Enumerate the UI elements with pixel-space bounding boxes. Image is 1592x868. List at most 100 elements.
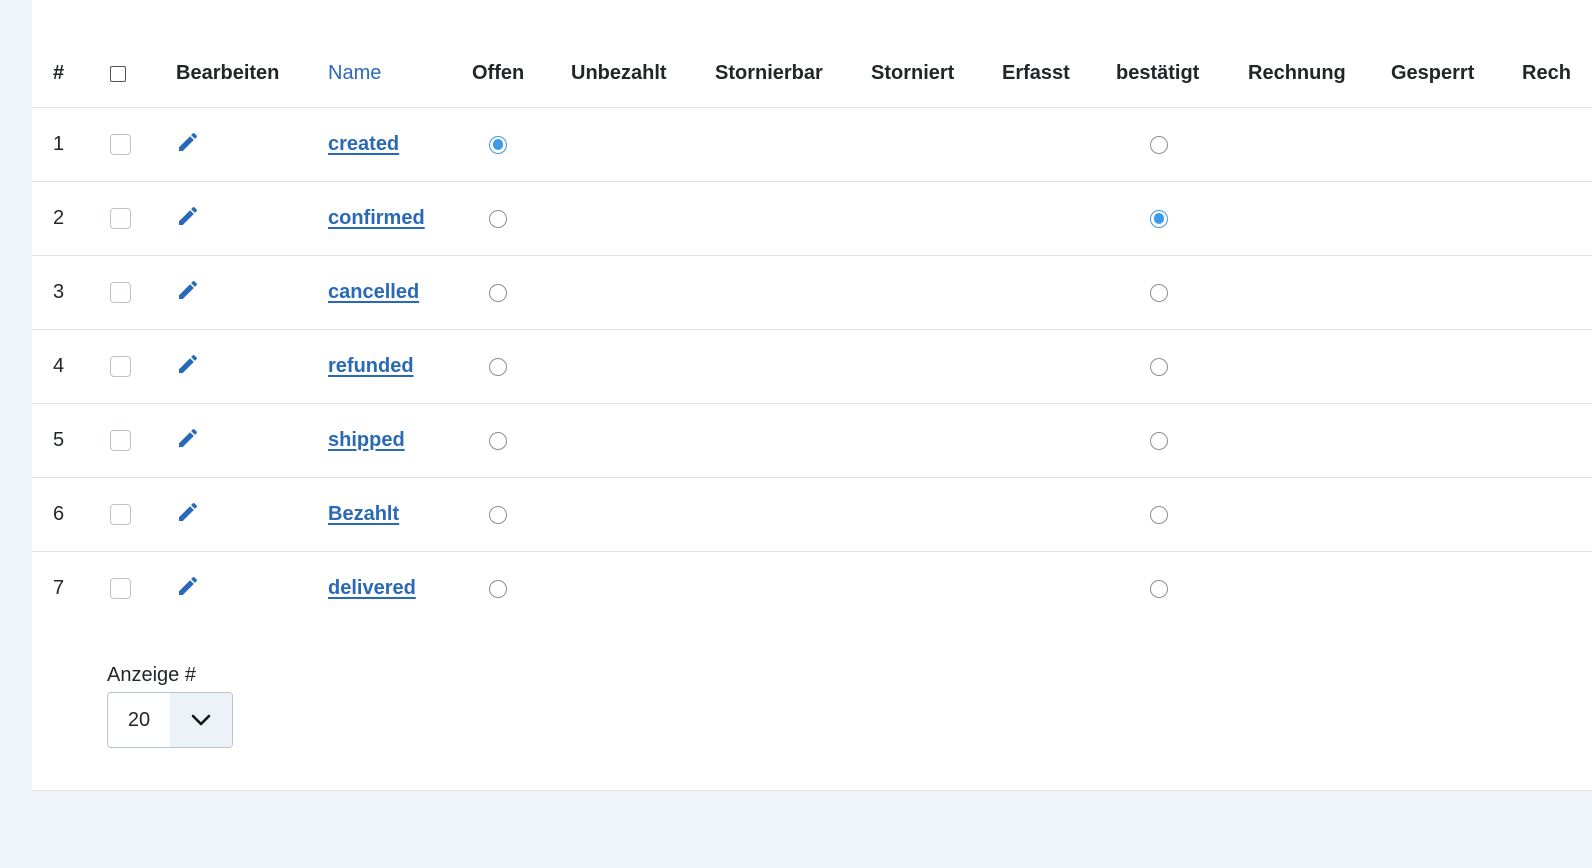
row-checkbox[interactable] (110, 578, 131, 600)
row-bestaetigt-cell (1116, 552, 1248, 626)
pencil-icon[interactable] (176, 352, 200, 382)
status-name-link[interactable]: delivered (328, 577, 416, 599)
pencil-icon[interactable] (176, 426, 200, 456)
bestaetigt-radio[interactable] (1150, 431, 1168, 450)
row-gesperrt-cell (1391, 107, 1522, 182)
row-gesperrt-cell (1391, 403, 1522, 478)
bestaetigt-radio[interactable] (1150, 283, 1168, 302)
offen-radio[interactable] (489, 357, 507, 376)
row-number: 4 (32, 329, 94, 404)
row-checkbox[interactable] (110, 504, 131, 526)
row-name-cell: created (328, 107, 472, 182)
row-erfasst-cell (1002, 255, 1116, 330)
bestaetigt-radio[interactable] (1150, 135, 1168, 154)
row-name-cell: shipped (328, 403, 472, 478)
row-rechnung-cell (1248, 329, 1391, 404)
row-erfasst-cell (1002, 329, 1116, 404)
table-row: 6 Bezahlt (32, 477, 1592, 552)
row-bestaetigt-cell (1116, 329, 1248, 404)
row-checkbox[interactable] (110, 134, 131, 156)
table-header-row: # Bearbeiten Name Offen Unbezahlt Storni… (32, 40, 1592, 108)
row-gesperrt-cell (1391, 552, 1522, 626)
row-rechnung-cell (1248, 403, 1391, 478)
row-rech-cell (1522, 255, 1592, 330)
row-offen-cell (472, 255, 571, 330)
row-checkbox-cell (94, 255, 176, 330)
row-rech-cell (1522, 329, 1592, 404)
column-header-unbezahlt: Unbezahlt (571, 40, 715, 108)
column-header-name[interactable]: Name (328, 40, 472, 108)
pencil-icon[interactable] (176, 204, 200, 234)
select-all-checkbox[interactable] (110, 65, 126, 82)
status-name-link[interactable]: shipped (328, 429, 405, 451)
column-header-select-all (94, 40, 176, 108)
row-checkbox[interactable] (110, 208, 131, 230)
bestaetigt-radio[interactable] (1150, 505, 1168, 524)
row-edit-cell (176, 477, 328, 552)
row-number: 6 (32, 477, 94, 552)
row-stornierbar-cell (715, 552, 871, 626)
table-body: 1 created 2 confirmed 3 cancelled 4 refunded 5 sh… (32, 107, 1592, 626)
row-offen-cell (472, 477, 571, 552)
row-checkbox[interactable] (110, 282, 131, 304)
offen-radio[interactable] (489, 579, 507, 598)
row-rechnung-cell (1248, 181, 1391, 256)
row-storniert-cell (871, 552, 1002, 626)
row-rech-cell (1522, 107, 1592, 182)
row-erfasst-cell (1002, 403, 1116, 478)
list-limit: Anzeige # 20 (107, 664, 233, 748)
row-stornierbar-cell (715, 403, 871, 478)
row-edit-cell (176, 255, 328, 330)
row-rechnung-cell (1248, 255, 1391, 330)
status-name-link[interactable]: Bezahlt (328, 503, 399, 525)
pencil-icon[interactable] (176, 130, 200, 160)
pencil-icon[interactable] (176, 278, 200, 308)
row-unbezahlt-cell (571, 181, 715, 256)
bestaetigt-radio[interactable] (1150, 357, 1168, 376)
row-offen-cell (472, 552, 571, 626)
row-bestaetigt-cell (1116, 255, 1248, 330)
status-name-link[interactable]: refunded (328, 355, 414, 377)
row-gesperrt-cell (1391, 255, 1522, 330)
pencil-icon[interactable] (176, 500, 200, 530)
status-name-link[interactable]: confirmed (328, 207, 425, 229)
status-name-link[interactable]: created (328, 133, 399, 155)
row-number: 2 (32, 181, 94, 256)
offen-radio[interactable] (489, 505, 507, 524)
row-edit-cell (176, 329, 328, 404)
table-row: 1 created (32, 107, 1592, 182)
row-checkbox[interactable] (110, 356, 131, 378)
row-edit-cell (176, 403, 328, 478)
column-header-stornierbar: Stornierbar (715, 40, 871, 108)
row-bestaetigt-cell (1116, 477, 1248, 552)
order-status-table: # Bearbeiten Name Offen Unbezahlt Storni… (32, 40, 1592, 625)
row-number: 7 (53, 577, 65, 599)
row-stornierbar-cell (715, 477, 871, 552)
pencil-icon[interactable] (176, 574, 200, 604)
column-header-erfasst: Erfasst (1002, 40, 1116, 108)
column-header-bestaetigt: bestätigt (1116, 40, 1248, 108)
row-erfasst-cell (1002, 477, 1116, 552)
offen-radio[interactable] (489, 209, 507, 228)
bestaetigt-radio[interactable] (1150, 209, 1168, 228)
row-name-cell: delivered (328, 552, 472, 626)
row-checkbox[interactable] (110, 430, 131, 452)
offen-radio[interactable] (489, 135, 507, 154)
chevron-down-icon (170, 693, 232, 747)
offen-radio[interactable] (489, 283, 507, 302)
row-unbezahlt-cell (571, 329, 715, 404)
list-limit-select[interactable]: 20 (107, 692, 233, 748)
offen-radio[interactable] (489, 431, 507, 450)
row-bestaetigt-cell (1116, 107, 1248, 182)
row-unbezahlt-cell (571, 255, 715, 330)
row-checkbox-cell (94, 329, 176, 404)
column-header-storniert: Storniert (871, 40, 1002, 108)
status-name-link[interactable]: cancelled (328, 281, 419, 303)
row-number: 3 (32, 255, 94, 330)
row-number: 5 (32, 403, 94, 478)
row-storniert-cell (871, 181, 1002, 256)
row-stornierbar-cell (715, 329, 871, 404)
row-offen-cell (472, 181, 571, 256)
bestaetigt-radio[interactable] (1150, 579, 1168, 598)
row-checkbox-cell (94, 107, 176, 182)
